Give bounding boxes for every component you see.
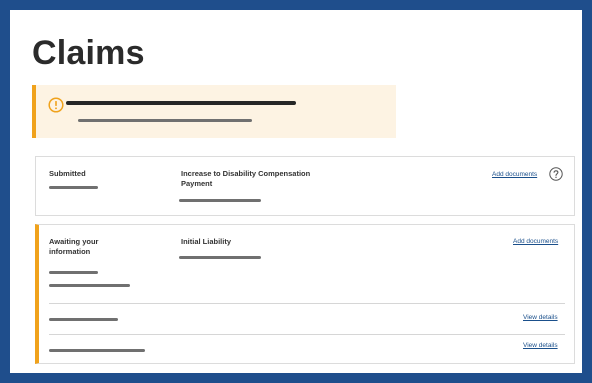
- question-circle-icon[interactable]: [549, 167, 563, 181]
- claim-card-submitted: Submitted Increase to Disability Compens…: [35, 156, 575, 216]
- warning-alert: [32, 85, 396, 138]
- claim-card-awaiting: Awaiting your information Initial Liabil…: [35, 224, 575, 364]
- alert-heading-placeholder: [66, 101, 296, 105]
- view-details-link[interactable]: View details: [523, 313, 558, 322]
- alert-body-placeholder: [78, 119, 252, 122]
- claim-status: Submitted: [49, 169, 86, 178]
- claim-detail-placeholder: [179, 199, 261, 202]
- add-documents-link[interactable]: Add documents: [492, 170, 537, 179]
- status-date-placeholder: [49, 271, 98, 274]
- list-item-placeholder: [49, 349, 145, 352]
- claim-detail-placeholder: [179, 256, 261, 259]
- claims-page: Claims Submitted Increase to Disability …: [10, 10, 582, 373]
- claim-type: Increase to Disability Compensation Paym…: [181, 169, 311, 188]
- view-details-link[interactable]: View details: [523, 341, 558, 350]
- add-documents-link[interactable]: Add documents: [513, 237, 558, 246]
- row-divider: [49, 334, 565, 335]
- status-date-placeholder: [49, 186, 98, 189]
- claim-type: Initial Liability: [181, 237, 232, 246]
- status-note-placeholder: [49, 284, 130, 287]
- page-title: Claims: [32, 34, 145, 72]
- warning-circle-icon: [48, 97, 64, 113]
- claim-status: Awaiting your information: [49, 237, 99, 256]
- list-item-placeholder: [49, 318, 118, 321]
- row-divider: [49, 303, 565, 304]
